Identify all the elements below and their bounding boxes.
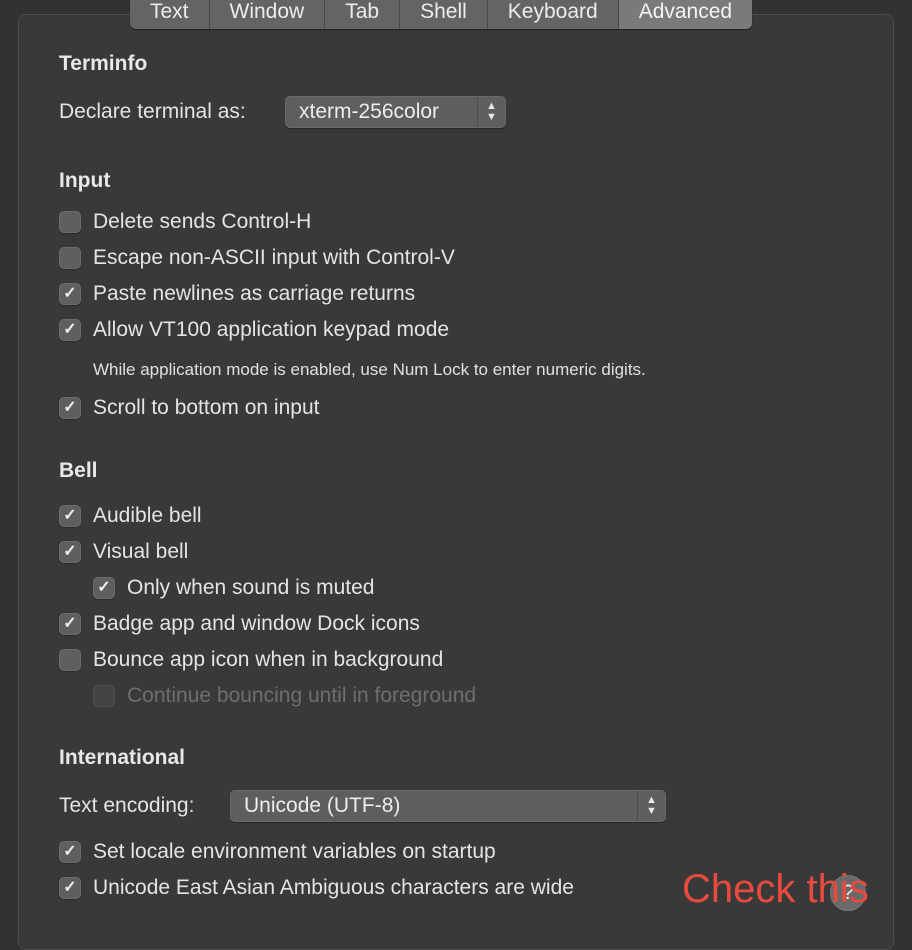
- checkbox-label: Bounce app icon when in background: [93, 648, 444, 671]
- visual-bell-checkbox[interactable]: ✓ Visual bell: [59, 539, 188, 565]
- tab-window[interactable]: Window: [208, 0, 325, 29]
- text-encoding-select[interactable]: Unicode (UTF-8) ▲ ▼: [230, 790, 666, 822]
- delete-sends-control-h-checkbox[interactable]: Delete sends Control-H: [59, 209, 311, 235]
- checkmark-icon: ✓: [93, 577, 115, 599]
- checkbox-label: Badge app and window Dock icons: [93, 612, 420, 635]
- set-locale-checkbox[interactable]: ✓ Set locale environment variables on st…: [59, 839, 496, 865]
- scroll-to-bottom-checkbox[interactable]: ✓ Scroll to bottom on input: [59, 395, 319, 421]
- badge-dock-icons-checkbox[interactable]: ✓ Badge app and window Dock icons: [59, 611, 420, 637]
- bounce-app-icon-checkbox[interactable]: Bounce app icon when in background: [59, 647, 443, 673]
- checkbox-label: Paste newlines as carriage returns: [93, 282, 416, 305]
- text-encoding-label: Text encoding:: [59, 794, 195, 817]
- checkbox-label: Visual bell: [93, 540, 189, 563]
- checkmark-icon: ✓: [59, 541, 81, 563]
- escape-non-ascii-checkbox[interactable]: Escape non-ASCII input with Control-V: [59, 245, 455, 271]
- text-encoding-value: Unicode (UTF-8): [244, 794, 401, 817]
- checkbox-disabled-icon: [93, 685, 115, 707]
- tab-tab[interactable]: Tab: [324, 0, 400, 29]
- checkbox-label: Scroll to bottom on input: [93, 396, 320, 419]
- audible-bell-checkbox[interactable]: ✓ Audible bell: [59, 503, 202, 529]
- vt100-keypad-checkbox[interactable]: ✓ Allow VT100 application keypad mode: [59, 317, 449, 343]
- declare-terminal-select[interactable]: xterm-256color ▲ ▼: [285, 96, 506, 128]
- tab-text[interactable]: Text: [130, 0, 209, 29]
- checkmark-icon: ✓: [59, 877, 81, 899]
- paste-newlines-checkbox[interactable]: ✓ Paste newlines as carriage returns: [59, 281, 415, 307]
- checkbox-label: Set locale environment variables on star…: [93, 840, 496, 863]
- declare-terminal-label: Declare terminal as:: [59, 100, 246, 123]
- checkbox-label: Escape non-ASCII input with Control-V: [93, 246, 455, 269]
- tab-shell[interactable]: Shell: [399, 0, 487, 29]
- checkbox-label: Audible bell: [93, 504, 202, 527]
- checkmark-icon: ✓: [59, 283, 81, 305]
- checkmark-icon: ✓: [59, 397, 81, 419]
- vt100-note: While application mode is enabled, use N…: [93, 360, 646, 379]
- international-title: International: [59, 746, 186, 769]
- only-when-muted-checkbox[interactable]: ✓ Only when sound is muted: [93, 575, 374, 601]
- select-stepper-icon: ▲ ▼: [477, 97, 505, 127]
- declare-terminal-value: xterm-256color: [299, 100, 440, 123]
- select-stepper-icon: ▲ ▼: [637, 791, 665, 821]
- checkbox-unchecked-icon: [59, 211, 81, 233]
- tab-bar: Text Window Tab Shell Keyboard Advanced: [130, 0, 753, 29]
- input-title: Input: [59, 169, 111, 192]
- checkmark-icon: ✓: [59, 319, 81, 341]
- checkbox-label: Continue bouncing until in foreground: [127, 684, 477, 707]
- tab-advanced[interactable]: Advanced: [617, 0, 753, 29]
- terminfo-title: Terminfo: [59, 52, 148, 75]
- annotation-text: Check this: [682, 867, 869, 911]
- continue-bouncing-checkbox: Continue bouncing until in foreground: [93, 683, 476, 709]
- checkbox-label: Allow VT100 application keypad mode: [93, 318, 450, 341]
- checkmark-icon: ✓: [59, 613, 81, 635]
- checkbox-label: Delete sends Control-H: [93, 210, 312, 233]
- checkbox-label: Unicode East Asian Ambiguous characters …: [93, 876, 574, 899]
- checkmark-icon: ✓: [59, 841, 81, 863]
- checkbox-unchecked-icon: [59, 649, 81, 671]
- tab-keyboard[interactable]: Keyboard: [486, 0, 618, 29]
- checkmark-icon: ✓: [59, 505, 81, 527]
- checkbox-unchecked-icon: [59, 247, 81, 269]
- checkbox-label: Only when sound is muted: [127, 576, 375, 599]
- east-asian-wide-checkbox[interactable]: ✓ Unicode East Asian Ambiguous character…: [59, 875, 574, 901]
- bell-title: Bell: [59, 459, 98, 482]
